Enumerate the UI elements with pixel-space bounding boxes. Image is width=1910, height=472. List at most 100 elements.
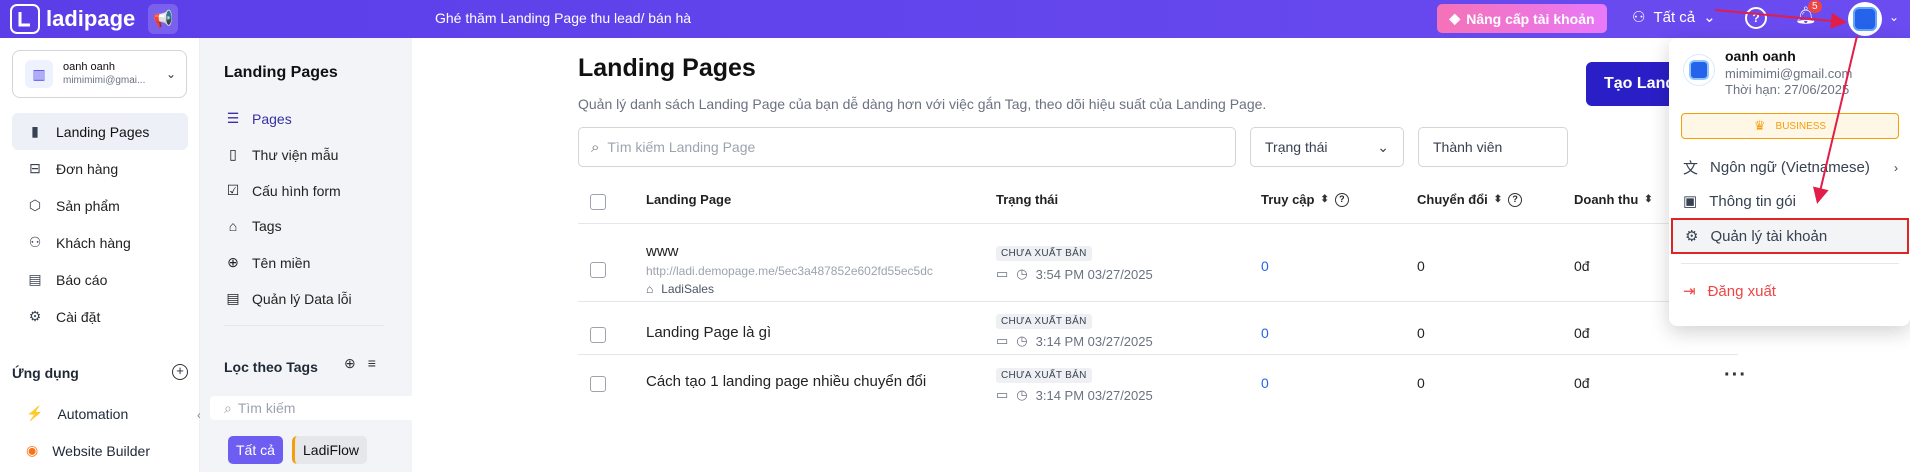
globe-icon: ⊕	[227, 254, 239, 270]
document-icon: ▤	[226, 290, 240, 306]
translate-icon: 文	[1683, 160, 1699, 177]
app-label: Website Builder	[52, 442, 151, 459]
subnav-item-tags[interactable]: ⌂ Tags	[224, 218, 282, 234]
top-bar: ladipage 📢 Ghé thăm Landing Page thu lea…	[0, 0, 1910, 38]
help-icon[interactable]: ?	[1745, 7, 1767, 29]
select-all-checkbox[interactable]	[590, 194, 606, 210]
language-menu-item[interactable]: 文 Ngôn ngữ (Vietnamese) ›	[1683, 157, 1898, 178]
tag-search-input[interactable]: ⌕ Tìm kiếm	[210, 396, 438, 420]
subnav-item-label: Quản lý Data lỗi	[252, 290, 352, 307]
row-visits[interactable]: 0	[1261, 258, 1269, 274]
sidebar-item-landing-pages[interactable]: ▮ Landing Pages	[12, 113, 188, 150]
subnav-item-label: Thư viện mẫu	[252, 146, 339, 163]
search-input[interactable]: ⌕ Tìm kiếm Landing Page	[578, 127, 1236, 167]
clock-icon: ◷	[1016, 266, 1028, 281]
status-select-label: Trạng thái	[1265, 139, 1328, 155]
row-conversions: 0	[1417, 325, 1425, 341]
column-label: Trạng thái	[996, 192, 1059, 207]
row-tag[interactable]: ⌂ LadiSales	[646, 282, 714, 296]
column-header-revenue[interactable]: Doanh thu ⬍	[1574, 192, 1653, 207]
sidebar-item-orders[interactable]: ⊟ Đơn hàng	[12, 150, 188, 187]
browser-icon: ▭	[996, 387, 1009, 402]
more-options-icon[interactable]: ···	[1724, 364, 1747, 387]
brand-logo[interactable]: ladipage	[10, 4, 135, 34]
dropdown-user-email: mimimimi@gmail.com	[1725, 66, 1853, 81]
row-time: ▭ ◷ 3:54 PM 03/27/2025	[996, 266, 1153, 282]
account-switcher[interactable]: ▥ oanh oanh mimimimi@gmai... ⌄	[12, 50, 187, 98]
diamond-icon: ◆	[1449, 10, 1461, 26]
column-header-conversions[interactable]: Chuyển đổi ⬍?	[1417, 192, 1523, 207]
list-icon: ☰	[226, 110, 240, 126]
tags-filter-title: Lọc theo Tags	[224, 359, 318, 375]
products-icon: ⬡	[28, 197, 42, 213]
avatar	[1683, 54, 1715, 86]
automation-icon: ⚡	[26, 405, 44, 421]
sort-icon[interactable]: ⬍	[1320, 194, 1328, 205]
upgrade-label: Nâng cấp tài khoản	[1466, 10, 1595, 27]
avatar[interactable]	[1848, 2, 1882, 36]
subnav-item-error-data[interactable]: ▤ Quản lý Data lỗi	[224, 290, 352, 307]
sidebar-item-reports[interactable]: ▤ Báo cáo	[12, 261, 188, 298]
sidebar-item-label: Cài đặt	[56, 308, 101, 325]
column-header-status: Trạng thái	[996, 192, 1058, 207]
chevron-down-icon: ⌄	[1703, 9, 1716, 26]
column-label: Landing Page	[646, 192, 732, 207]
upgrade-button[interactable]: ◆ Nâng cấp tài khoản	[1437, 4, 1607, 33]
sidebar-item-label: Đơn hàng	[56, 160, 119, 177]
plan-badge[interactable]: ♛ BUSINESS	[1681, 113, 1899, 139]
help-icon[interactable]: ?	[1334, 192, 1349, 207]
row-visits[interactable]: 0	[1261, 325, 1269, 341]
sort-icon[interactable]: ⬍	[1494, 194, 1502, 205]
row-checkbox[interactable]	[590, 327, 606, 343]
app-item-automation[interactable]: ⚡ Automation	[26, 405, 128, 422]
status-badge: CHƯA XUẤT BẢN	[996, 368, 1092, 383]
sort-icon[interactable]: ⬍	[1644, 194, 1652, 205]
row-title-link[interactable]: Cách tạo 1 landing page nhiều chuyển đổi	[646, 373, 926, 390]
subnav-item-label: Cấu hình form	[252, 182, 341, 199]
column-header-visits[interactable]: Truy cập ⬍?	[1261, 192, 1349, 207]
member-select[interactable]: Thành viên	[1418, 127, 1568, 167]
add-app-icon[interactable]: +	[172, 364, 188, 380]
row-revenue: 0đ	[1574, 325, 1590, 341]
sidebar-item-products[interactable]: ⬡ Sản phẩm	[12, 187, 188, 224]
subnav-item-templates[interactable]: ▯ Thư viện mẫu	[224, 146, 338, 163]
row-checkbox[interactable]	[590, 262, 606, 278]
status-select[interactable]: Trạng thái ⌄	[1250, 127, 1404, 167]
tag-chip-all[interactable]: Tất cả	[228, 436, 283, 464]
tag-chip-ladiflow[interactable]: LadiFlow	[292, 436, 368, 464]
row-title-link[interactable]: www	[646, 243, 679, 260]
member-select-label: Thành viên	[1433, 139, 1503, 155]
sidebar-item-customers[interactable]: ⚇ Khách hàng	[12, 224, 188, 261]
add-tag-icon[interactable]: ⊕	[344, 355, 356, 372]
row-url-link[interactable]: http://ladi.demopage.me/5ec3a487852e602f…	[646, 264, 933, 278]
divider	[224, 325, 384, 326]
page-subtitle: Quản lý danh sách Landing Page của bạn d…	[578, 96, 1267, 112]
account-email: mimimimi@gmai...	[63, 75, 146, 86]
main-nav: ▮ Landing Pages ⊟ Đơn hàng ⬡ Sản phẩm ⚇ Khác…	[12, 113, 188, 335]
row-time: ▭ ◷ 3:14 PM 03/27/2025	[996, 387, 1153, 403]
sidebar-item-label: Báo cáo	[56, 271, 108, 288]
users-icon: ⚇	[1632, 9, 1646, 26]
row-title-link[interactable]: Landing Page là gì	[646, 324, 771, 341]
sort-icon[interactable]: ≡	[368, 355, 376, 372]
announcement-text[interactable]: Ghé thăm Landing Page thu lead/ bán hà	[435, 10, 691, 26]
row-checkbox[interactable]	[590, 376, 606, 392]
account-manage-menu-item[interactable]: ⚙ Quản lý tài khoản	[1671, 218, 1909, 254]
app-item-website-builder[interactable]: ◉ Website Builder	[26, 442, 150, 459]
divider	[578, 354, 1738, 355]
row-time: ▭ ◷ 3:14 PM 03/27/2025	[996, 333, 1153, 349]
subnav-item-form-config[interactable]: ☑ Cấu hình form	[224, 182, 341, 199]
package-info-menu-item[interactable]: ▣ Thông tin gói	[1683, 192, 1796, 211]
help-icon[interactable]: ?	[1508, 192, 1523, 207]
sidebar-item-settings[interactable]: ⚙ Cài đặt	[12, 298, 188, 335]
sidebar-item-label: Landing Pages	[56, 123, 150, 140]
clipboard-check-icon: ☑	[226, 182, 240, 198]
subnav-item-pages[interactable]: ☰ Pages	[224, 110, 292, 127]
search-icon: ⌕	[591, 138, 600, 156]
workspace-filter[interactable]: ⚇ Tất cả ⌄	[1632, 8, 1716, 27]
chevron-down-icon[interactable]: ⌄	[1889, 10, 1899, 24]
row-visits[interactable]: 0	[1261, 375, 1269, 391]
megaphone-icon[interactable]: 📢	[148, 4, 178, 34]
logout-menu-item[interactable]: ⇥ Đăng xuất	[1683, 282, 1776, 301]
subnav-item-domains[interactable]: ⊕ Tên miền	[224, 254, 310, 271]
